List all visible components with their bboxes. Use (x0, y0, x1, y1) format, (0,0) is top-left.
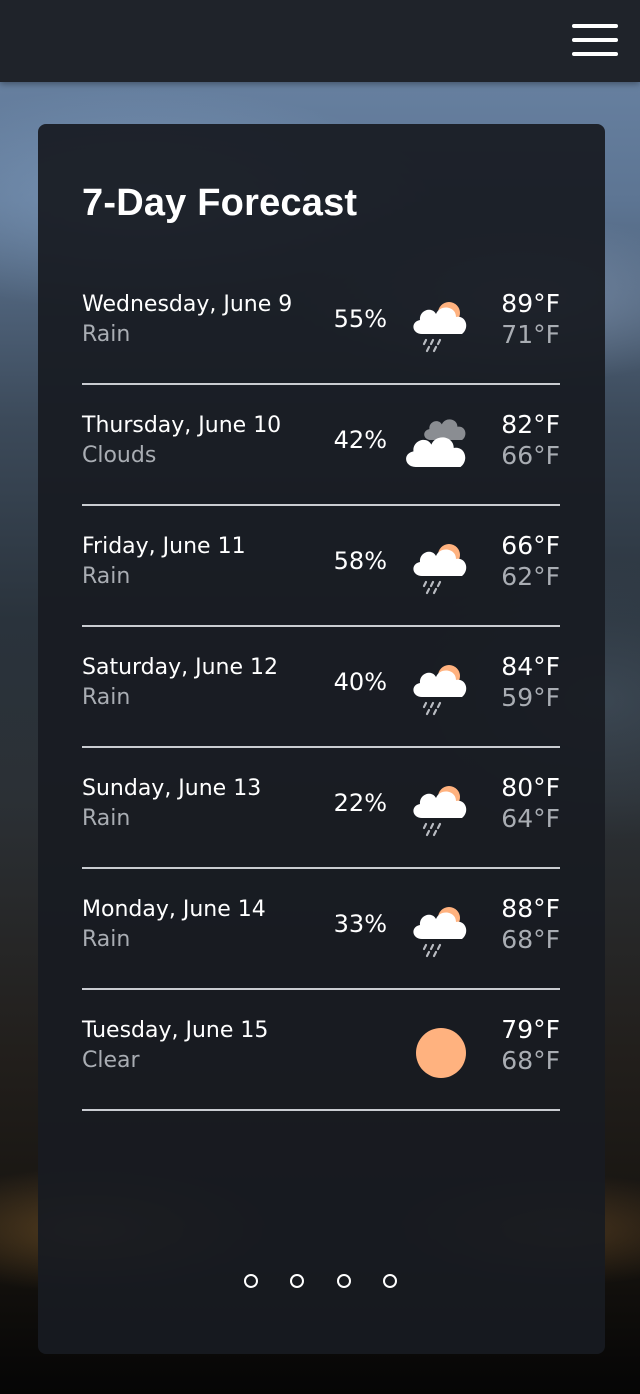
forecast-row: Monday, June 14 Rain 33% 88°F 68°F (82, 869, 560, 990)
low-temp: 68°F (501, 925, 560, 954)
forecast-day: Friday, June 11 (82, 534, 246, 559)
low-temp: 71°F (501, 320, 560, 349)
sun-icon (404, 1018, 480, 1082)
page-dot-2[interactable] (290, 1274, 304, 1288)
forecast-condition: Rain (82, 322, 131, 347)
low-temp: 59°F (501, 683, 560, 712)
high-temp: 89°F (501, 289, 560, 318)
high-temp: 84°F (501, 652, 560, 681)
forecast-day: Wednesday, June 9 (82, 292, 293, 317)
forecast-condition: Rain (82, 685, 131, 710)
forecast-condition: Rain (82, 564, 131, 589)
forecast-list: Wednesday, June 9 Rain 55% 89°F 71°F Thu… (82, 264, 560, 1111)
precip-chance: 58% (333, 547, 387, 575)
hamburger-menu-icon[interactable] (570, 22, 620, 58)
high-temp: 82°F (501, 410, 560, 439)
rain-cloud-sun-icon (404, 897, 480, 961)
forecast-card: 7-Day Forecast Wednesday, June 9 Rain 55… (38, 124, 605, 1354)
forecast-row: Sunday, June 13 Rain 22% 80°F 64°F (82, 748, 560, 869)
high-temp: 88°F (501, 894, 560, 923)
forecast-day: Monday, June 14 (82, 897, 266, 922)
forecast-row: Wednesday, June 9 Rain 55% 89°F 71°F (82, 264, 560, 385)
clouds-icon (404, 413, 480, 477)
forecast-day: Saturday, June 12 (82, 655, 279, 680)
forecast-day: Thursday, June 10 (82, 413, 282, 438)
precip-chance: 22% (333, 789, 387, 817)
precip-chance: 40% (333, 668, 387, 696)
page-dot-1[interactable] (244, 1274, 258, 1288)
rain-cloud-sun-icon (404, 292, 480, 356)
high-temp: 80°F (501, 773, 560, 802)
page-dot-4[interactable] (383, 1274, 397, 1288)
forecast-condition: Clouds (82, 443, 157, 468)
low-temp: 62°F (501, 562, 560, 591)
low-temp: 66°F (501, 441, 560, 470)
rain-cloud-sun-icon (404, 655, 480, 719)
forecast-row: Tuesday, June 15 Clear 79°F 68°F (82, 990, 560, 1111)
high-temp: 79°F (501, 1015, 560, 1044)
forecast-row: Thursday, June 10 Clouds 42% 82°F 66°F (82, 385, 560, 506)
rain-cloud-sun-icon (404, 776, 480, 840)
forecast-condition: Rain (82, 927, 131, 952)
top-bar (0, 0, 640, 82)
precip-chance: 33% (333, 910, 387, 938)
forecast-title: 7-Day Forecast (82, 182, 358, 224)
precip-chance: 42% (333, 426, 387, 454)
page-indicator (38, 1274, 605, 1294)
forecast-day: Tuesday, June 15 (82, 1018, 269, 1043)
rain-cloud-sun-icon (404, 534, 480, 598)
forecast-row: Friday, June 11 Rain 58% 66°F 62°F (82, 506, 560, 627)
low-temp: 64°F (501, 804, 560, 833)
forecast-condition: Clear (82, 1048, 140, 1073)
page-dot-3[interactable] (337, 1274, 351, 1288)
forecast-condition: Rain (82, 806, 131, 831)
forecast-row: Saturday, June 12 Rain 40% 84°F 59°F (82, 627, 560, 748)
precip-chance: 55% (333, 305, 387, 333)
low-temp: 68°F (501, 1046, 560, 1075)
high-temp: 66°F (501, 531, 560, 560)
forecast-day: Sunday, June 13 (82, 776, 262, 801)
